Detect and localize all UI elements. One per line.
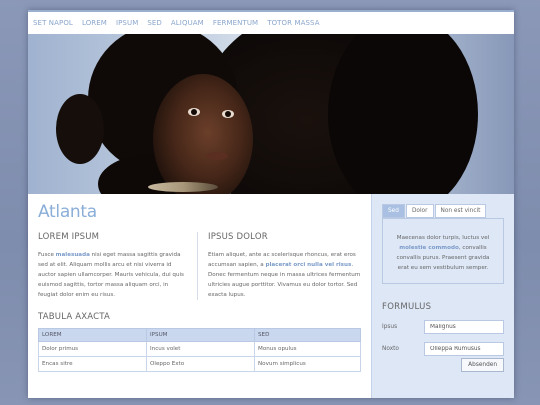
nav-item-ipsum[interactable]: IPSUM (116, 19, 138, 27)
form-row-noxto: Noxto (382, 342, 504, 356)
top-navigation: SET NAPOL LOREM IPSUM SED ALIQUAM FERMEN… (28, 10, 514, 34)
column-header: LOREM (38, 328, 147, 342)
paragraph: Fusce malesuada nisi eget massa sagittis… (38, 252, 184, 298)
table-cell: Encas sitre (38, 356, 147, 372)
tab-dolor[interactable]: Dolor (405, 204, 434, 218)
tab-panel: Maecenas dolor turpis, luctus vel molest… (382, 218, 504, 284)
field-label: Noxto (382, 346, 399, 352)
nav-item-set-napol[interactable]: SET NAPOL (33, 19, 73, 27)
table-cell: Incus volet (146, 341, 255, 357)
table-row: Encas sitre Oleppo Exto Novum simplicus (38, 356, 361, 372)
tab-non-est-vincit[interactable]: Non est vincit (434, 204, 487, 218)
table-title: TABULA AXACTA (38, 312, 111, 322)
table-cell: Monus opulus (254, 341, 361, 357)
content-column-lorem-ipsum: LOREM IPSUM Fusce malesuada nisi eget ma… (38, 232, 198, 300)
section-heading: LOREM IPSUM (38, 232, 100, 242)
sidebar: Sed Dolor Non est vincit Maecenas dolor … (371, 194, 514, 398)
nav-item-sed[interactable]: SED (147, 19, 162, 27)
tab-sed[interactable]: Sed (382, 204, 405, 218)
data-table: LOREM IPSUM SED Dolor primus Incus volet… (38, 328, 361, 372)
noxto-input[interactable] (424, 342, 504, 356)
table-cell: Novum simplicus (254, 356, 361, 372)
inline-link[interactable]: molestie commodo (399, 245, 459, 251)
nav-item-totor-massa[interactable]: TOTOR MASSA (267, 19, 319, 27)
page-container: SET NAPOL LOREM IPSUM SED ALIQUAM FERMEN… (28, 10, 514, 398)
inline-link[interactable]: placerat orci nulla vel risus (265, 262, 351, 268)
column-header: SED (254, 328, 361, 342)
form-title: FORMULUS (382, 302, 432, 312)
inline-link[interactable]: malesuada (56, 252, 90, 258)
field-label: Ipsus (382, 324, 398, 330)
table-cell: Oleppo Exto (146, 356, 255, 372)
table-header-row: LOREM IPSUM SED (38, 328, 361, 342)
paragraph: Etiam aliquet, ante ac scelerisque rhonc… (208, 252, 361, 298)
table-row: Dolor primus Incus volet Monus opulus (38, 341, 361, 357)
main-content: Atlanta LOREM IPSUM Fusce malesuada nisi… (28, 194, 371, 398)
nav-item-fermentum[interactable]: FERMENTUM (213, 19, 258, 27)
section-heading: IPSUS DOLOR (208, 232, 268, 242)
nav-item-lorem[interactable]: LOREM (82, 19, 107, 27)
sidebar-tabs: Sed Dolor Non est vincit (382, 204, 504, 218)
ipsus-input[interactable] (424, 320, 504, 334)
submit-button[interactable]: Absenden (461, 358, 504, 372)
page-title: Atlanta (38, 202, 97, 222)
table-cell: Dolor primus (38, 341, 147, 357)
content-column-ipsus-dolor: IPSUS DOLOR Etiam aliquet, ante ac scele… (198, 232, 361, 300)
hero-image (28, 34, 514, 194)
column-header: IPSUM (146, 328, 255, 342)
nav-item-aliquam[interactable]: ALIQUAM (171, 19, 204, 27)
form-row-ipsus: Ipsus (382, 320, 504, 334)
